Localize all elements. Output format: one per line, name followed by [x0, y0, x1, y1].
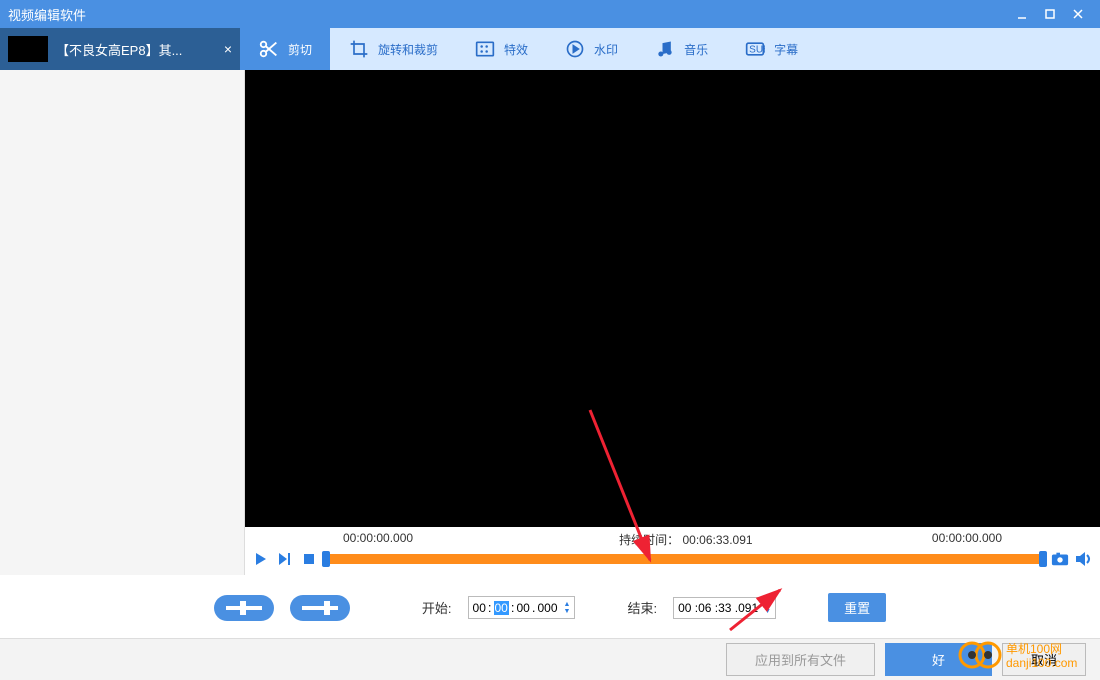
titlebar: 视频编辑软件	[0, 0, 1100, 28]
trim-right-button[interactable]	[290, 595, 350, 621]
trim-end-handle[interactable]	[1039, 551, 1047, 567]
file-tab[interactable]: 【不良女高EP8】其... ×	[0, 28, 240, 70]
file-close-icon[interactable]: ×	[224, 41, 232, 57]
video-preview[interactable]	[245, 70, 1100, 527]
trim-start-handle[interactable]	[322, 551, 330, 567]
watermark-icon	[564, 38, 586, 60]
trim-left-button[interactable]	[214, 595, 274, 621]
minimize-button[interactable]	[1008, 4, 1036, 24]
subtitle-icon: SUB	[744, 38, 766, 60]
end-time-input[interactable]: 00 :06 :33 .091 ▲▼	[673, 597, 776, 619]
reset-trim-button[interactable]: 重置	[828, 593, 886, 622]
music-icon	[654, 38, 676, 60]
timeline-start-time: 00:00:00.000	[343, 531, 413, 545]
content: 00:00:00.000 持续时间： 00:06:33.091 00:00:00…	[245, 70, 1100, 575]
tool-subtitle[interactable]: SUB 字幕	[726, 28, 816, 70]
sidebar	[0, 70, 245, 575]
end-label: 结束:	[627, 598, 657, 617]
close-button[interactable]	[1064, 4, 1092, 24]
play-next-button[interactable]	[275, 549, 295, 569]
timeline: 00:00:00.000 持续时间： 00:06:33.091 00:00:00…	[245, 527, 1100, 575]
file-name: 【不良女高EP8】其...	[56, 40, 216, 59]
window-title: 视频编辑软件	[8, 5, 1008, 24]
crop-icon	[348, 38, 370, 60]
tool-cut[interactable]: 剪切	[240, 28, 330, 70]
cancel-button[interactable]: 取消	[1002, 643, 1086, 676]
svg-text:SUB: SUB	[749, 44, 765, 55]
volume-button[interactable]	[1074, 549, 1094, 569]
effect-icon	[474, 38, 496, 60]
tool-rotate[interactable]: 旋转和裁剪	[330, 28, 456, 70]
start-label: 开始:	[422, 598, 452, 617]
start-spinner[interactable]: ▲▼	[564, 601, 571, 615]
main-area: 00:00:00.000 持续时间： 00:06:33.091 00:00:00…	[0, 70, 1100, 575]
apply-all-button[interactable]: 应用到所有文件	[726, 643, 875, 676]
stop-button[interactable]	[299, 549, 319, 569]
start-time-input[interactable]: 00 :00:00 .000 ▲▼	[468, 596, 576, 619]
timeline-end-time: 00:00:00.000	[932, 531, 1002, 545]
maximize-button[interactable]	[1036, 4, 1064, 24]
snapshot-button[interactable]	[1050, 549, 1070, 569]
tool-effect[interactable]: 特效	[456, 28, 546, 70]
ok-button[interactable]: 好	[885, 643, 992, 676]
tool-watermark[interactable]: 水印	[546, 28, 636, 70]
end-spinner[interactable]: ▲▼	[764, 601, 771, 615]
play-button[interactable]	[251, 549, 271, 569]
tool-music[interactable]: 音乐	[636, 28, 726, 70]
timeline-duration: 00:06:33.091	[682, 533, 752, 547]
timeline-track[interactable]	[327, 554, 1042, 564]
file-thumbnail	[8, 36, 48, 62]
footer: 应用到所有文件 好 取消	[0, 638, 1100, 680]
scissors-icon	[258, 38, 280, 60]
toolbar: 【不良女高EP8】其... × 剪切 旋转和裁剪 特效 水印 音乐 SUB 字幕	[0, 28, 1100, 70]
